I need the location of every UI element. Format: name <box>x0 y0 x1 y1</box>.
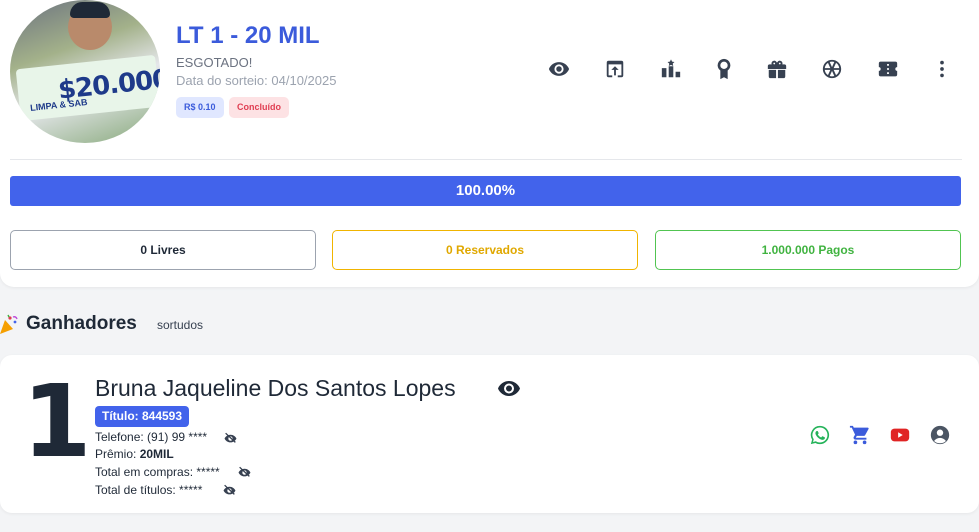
youtube-icon[interactable] <box>889 424 911 446</box>
eye-off-icon[interactable] <box>224 432 237 443</box>
prize-label: Prêmio: <box>95 447 140 461</box>
toolbar <box>0 56 979 82</box>
raffle-card: $20.000 LIMPA & SAB LT 1 - 20 MIL ESGOTA… <box>0 0 979 287</box>
profile-icon[interactable] <box>929 424 951 446</box>
show-details-eye-icon[interactable] <box>497 378 521 398</box>
divider <box>10 159 962 160</box>
winner-prize: Prêmio: 20MIL <box>95 447 174 461</box>
progress-bar: 100.00% <box>10 176 961 206</box>
prize-value: 20MIL <box>139 447 174 461</box>
whatsapp-icon[interactable] <box>809 424 831 446</box>
raffle-title: LT 1 - 20 MIL <box>176 22 320 49</box>
free-counter[interactable]: 0 Livres <box>10 230 316 270</box>
award-icon[interactable] <box>711 56 737 82</box>
status-badge: Concluído <box>229 97 289 118</box>
winner-rank: 1 <box>22 363 92 480</box>
ticket-badge: Título: 844593 <box>95 406 190 427</box>
avatar-hair <box>70 2 110 18</box>
ticket-icon[interactable] <box>875 56 901 82</box>
winners-subtitle: sortudos <box>157 318 204 332</box>
winner-phone: Telefone: (91) 99 **** <box>95 430 208 444</box>
eye-icon[interactable] <box>546 56 572 82</box>
winner-name: Bruna Jaqueline Dos Santos Lopes <box>95 375 456 401</box>
cart-icon[interactable] <box>849 424 871 446</box>
share-icon[interactable] <box>602 56 628 82</box>
winner-total-tickets: Total de títulos: ***** <box>95 483 203 497</box>
winner-total-purchases: Total em compras: ***** <box>95 465 220 479</box>
paid-counter[interactable]: 1.000.000 Pagos <box>655 230 961 270</box>
gift-icon[interactable] <box>764 56 790 82</box>
progress-label: 100.00% <box>455 182 516 199</box>
more-vert-icon[interactable] <box>929 56 955 82</box>
eye-off-icon[interactable] <box>223 484 236 495</box>
party-icon <box>0 314 18 334</box>
eye-off-icon[interactable] <box>238 466 251 477</box>
price-badge: R$ 0.10 <box>176 97 224 118</box>
reserved-counter[interactable]: 0 Reservados <box>332 230 638 270</box>
winners-title: Ganhadores <box>26 313 137 334</box>
ranking-icon[interactable] <box>658 56 684 82</box>
wheel-icon[interactable] <box>819 56 845 82</box>
